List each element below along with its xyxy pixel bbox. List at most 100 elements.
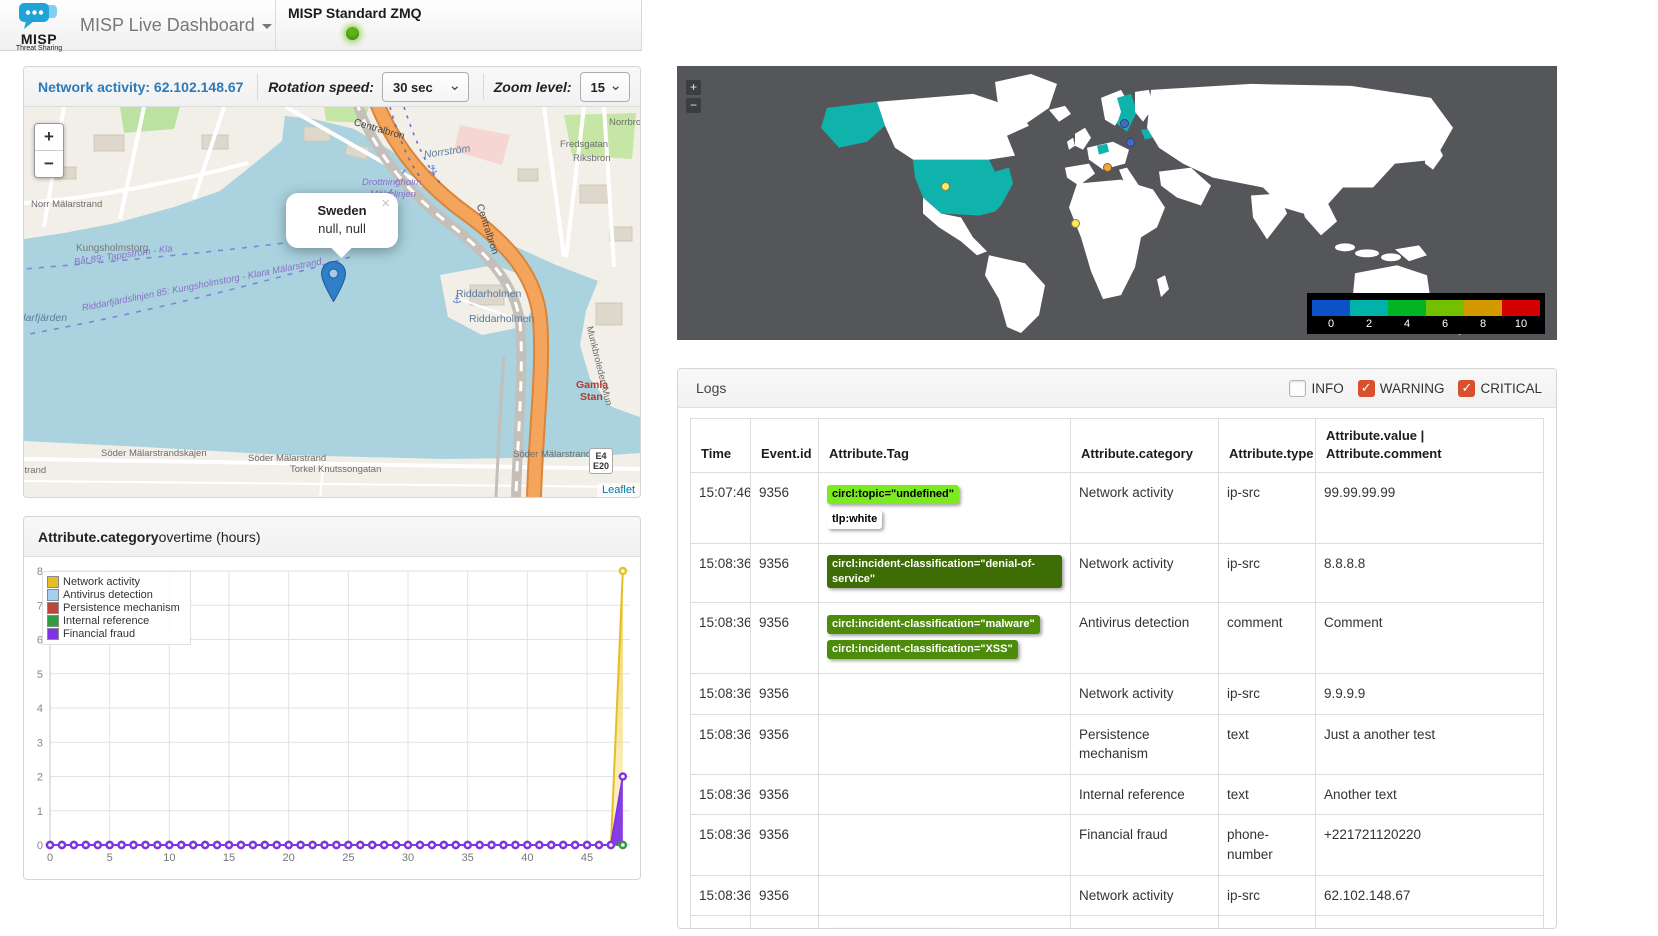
log-time: 15:08:36 xyxy=(691,543,751,603)
log-category: Network activity xyxy=(1071,473,1219,544)
world-zoom-out-button[interactable]: − xyxy=(686,98,701,113)
logs-column-header: Attribute.category xyxy=(1071,419,1219,473)
nav-dashboard-menu[interactable]: MISP Live Dashboard xyxy=(80,0,272,50)
log-time: 15:08:36 xyxy=(691,674,751,715)
log-time: 15:08:36 xyxy=(691,714,751,774)
checkbox-checked-icon[interactable]: ✓ xyxy=(1458,380,1475,397)
log-time: 15:08:36 xyxy=(691,774,751,815)
map-zoom-out-button[interactable]: − xyxy=(35,151,63,177)
event-location-dot xyxy=(1103,163,1112,172)
log-time: 15:08:36 xyxy=(691,916,751,929)
svg-text:5: 5 xyxy=(37,669,43,681)
zoom-level-select[interactable]: 15 ⌄ xyxy=(580,72,630,102)
map-marker-pin[interactable] xyxy=(321,261,346,307)
leaflet-map[interactable]: CentralbronCentralbronNorrströmFredsgata… xyxy=(24,107,640,497)
svg-text:5: 5 xyxy=(107,852,113,864)
log-category: Financial fraud xyxy=(1071,815,1219,875)
color-scale-segment xyxy=(1388,300,1426,316)
log-type: ip-src xyxy=(1219,875,1316,916)
logs-table-header-row: TimeEvent.idAttribute.TagAttribute.categ… xyxy=(691,419,1544,473)
zmq-status-block: MISP Standard ZMQ xyxy=(275,0,422,50)
attribute-category-chart-panel: Attribute.category overtime (hours) 0123… xyxy=(23,516,641,880)
log-category: Network activity xyxy=(1071,875,1219,916)
filter-label: INFO xyxy=(1311,381,1343,396)
log-time: 15:08:36 xyxy=(691,603,751,674)
color-scale-segment xyxy=(1350,300,1388,316)
svg-text:30: 30 xyxy=(402,852,414,864)
world-zoom-in-button[interactable]: + xyxy=(686,80,701,95)
legend-swatch xyxy=(47,589,59,601)
color-scale-segment xyxy=(1312,300,1350,316)
svg-text:3: 3 xyxy=(37,737,43,749)
log-category: Network activity xyxy=(1071,543,1219,603)
attribute-tag-chip: tlp:white xyxy=(827,510,882,529)
world-map-panel[interactable]: + − 0246810 xyxy=(677,66,1557,340)
chart-legend-item: Antivirus detection xyxy=(47,589,180,601)
log-row: 15:08:369356Financial fraudphone-number+… xyxy=(691,815,1544,875)
filter-label: WARNING xyxy=(1380,381,1445,396)
chart-legend-item: Network activity xyxy=(47,576,180,588)
color-scale-segment xyxy=(1464,300,1502,316)
svg-text:15: 15 xyxy=(223,852,235,864)
brand-subtitle: Threat Sharing xyxy=(10,45,68,52)
map-panel-header: Network activity: 62.102.148.67 Rotation… xyxy=(24,67,640,107)
event-location-dot xyxy=(1120,119,1129,128)
world-map-color-scale: 0246810 xyxy=(1307,293,1545,334)
rotation-speed-label: Rotation speed: xyxy=(268,79,374,95)
log-value: 99.99.99.99 xyxy=(1316,916,1544,929)
log-event-id: 9356 xyxy=(751,774,819,815)
filter-label: CRITICAL xyxy=(1480,381,1542,396)
color-scale-segment xyxy=(1502,300,1540,316)
legend-label: Antivirus detection xyxy=(63,589,153,601)
event-location-dot xyxy=(1126,138,1135,147)
log-filter-info[interactable]: INFO xyxy=(1289,380,1343,397)
chevron-down-icon: ⌄ xyxy=(609,71,622,101)
log-row: 15:08:369356Internal referencetextAnothe… xyxy=(691,774,1544,815)
divider xyxy=(257,74,258,100)
log-row: 15:08:369356Persistence mechanismtextJus… xyxy=(691,714,1544,774)
chart-title-bold: Attribute.category xyxy=(24,529,159,545)
popup-close-icon[interactable]: × xyxy=(381,197,390,211)
log-filter-critical[interactable]: ✓ CRITICAL xyxy=(1458,380,1542,397)
svg-text:4: 4 xyxy=(37,703,43,715)
log-tags xyxy=(819,774,1071,815)
zoom-level-label: Zoom level: xyxy=(494,79,572,95)
svg-text:25: 25 xyxy=(342,852,354,864)
log-event-id: 9356 xyxy=(751,543,819,603)
rotation-speed-select[interactable]: 30 sec ⌄ xyxy=(382,72,469,102)
log-type: ip-src xyxy=(1219,473,1316,544)
event-location-dot xyxy=(1071,219,1080,228)
misp-logo[interactable]: MISP Threat Sharing xyxy=(10,3,68,52)
svg-text:20: 20 xyxy=(283,852,295,864)
chart-legend-item: Internal reference xyxy=(47,615,180,627)
road-shield-e4-e20: E4 E20 xyxy=(589,448,613,474)
log-value: Another text xyxy=(1316,774,1544,815)
log-type: text xyxy=(1219,774,1316,815)
log-tags: circl:topic="undefined"tlp:white xyxy=(819,916,1071,929)
log-level-filters: INFO ✓ WARNING ✓ CRITICAL xyxy=(1275,380,1542,397)
log-value: +221721120220 xyxy=(1316,815,1544,875)
log-value: 8.8.8.8 xyxy=(1316,543,1544,603)
svg-text:10: 10 xyxy=(163,852,175,864)
log-time: 15:07:46 xyxy=(691,473,751,544)
log-tags: circl:incident-classification="denial-of… xyxy=(819,543,1071,603)
log-value: 62.102.148.67 xyxy=(1316,875,1544,916)
chart-legend: Network activityAntivirus detectionPersi… xyxy=(42,571,191,645)
color-scale-tick: 8 xyxy=(1464,316,1502,332)
map-zoom-in-button[interactable]: + xyxy=(35,124,63,151)
chevron-down-icon: ⌄ xyxy=(448,71,461,101)
leaflet-attribution[interactable]: Leaflet xyxy=(597,483,640,497)
checkbox-checked-icon[interactable]: ✓ xyxy=(1358,380,1375,397)
logs-table: TimeEvent.idAttribute.TagAttribute.categ… xyxy=(690,418,1544,929)
log-row: 15:08:369356circl:incident-classificatio… xyxy=(691,543,1544,603)
popup-country: Sweden xyxy=(292,203,392,218)
rotation-speed-value: 30 sec xyxy=(393,80,433,95)
logs-column-header: Attribute.type xyxy=(1219,419,1316,473)
log-row: 15:08:369356circl:topic="undefined"tlp:w… xyxy=(691,916,1544,929)
svg-text:40: 40 xyxy=(521,852,533,864)
log-filter-warning[interactable]: ✓ WARNING xyxy=(1358,380,1445,397)
log-row: 15:08:369356Network activityip-src62.102… xyxy=(691,875,1544,916)
map-zoom-control: + − xyxy=(34,123,64,178)
checkbox-unchecked-icon[interactable] xyxy=(1289,380,1306,397)
svg-text:0: 0 xyxy=(37,840,43,852)
